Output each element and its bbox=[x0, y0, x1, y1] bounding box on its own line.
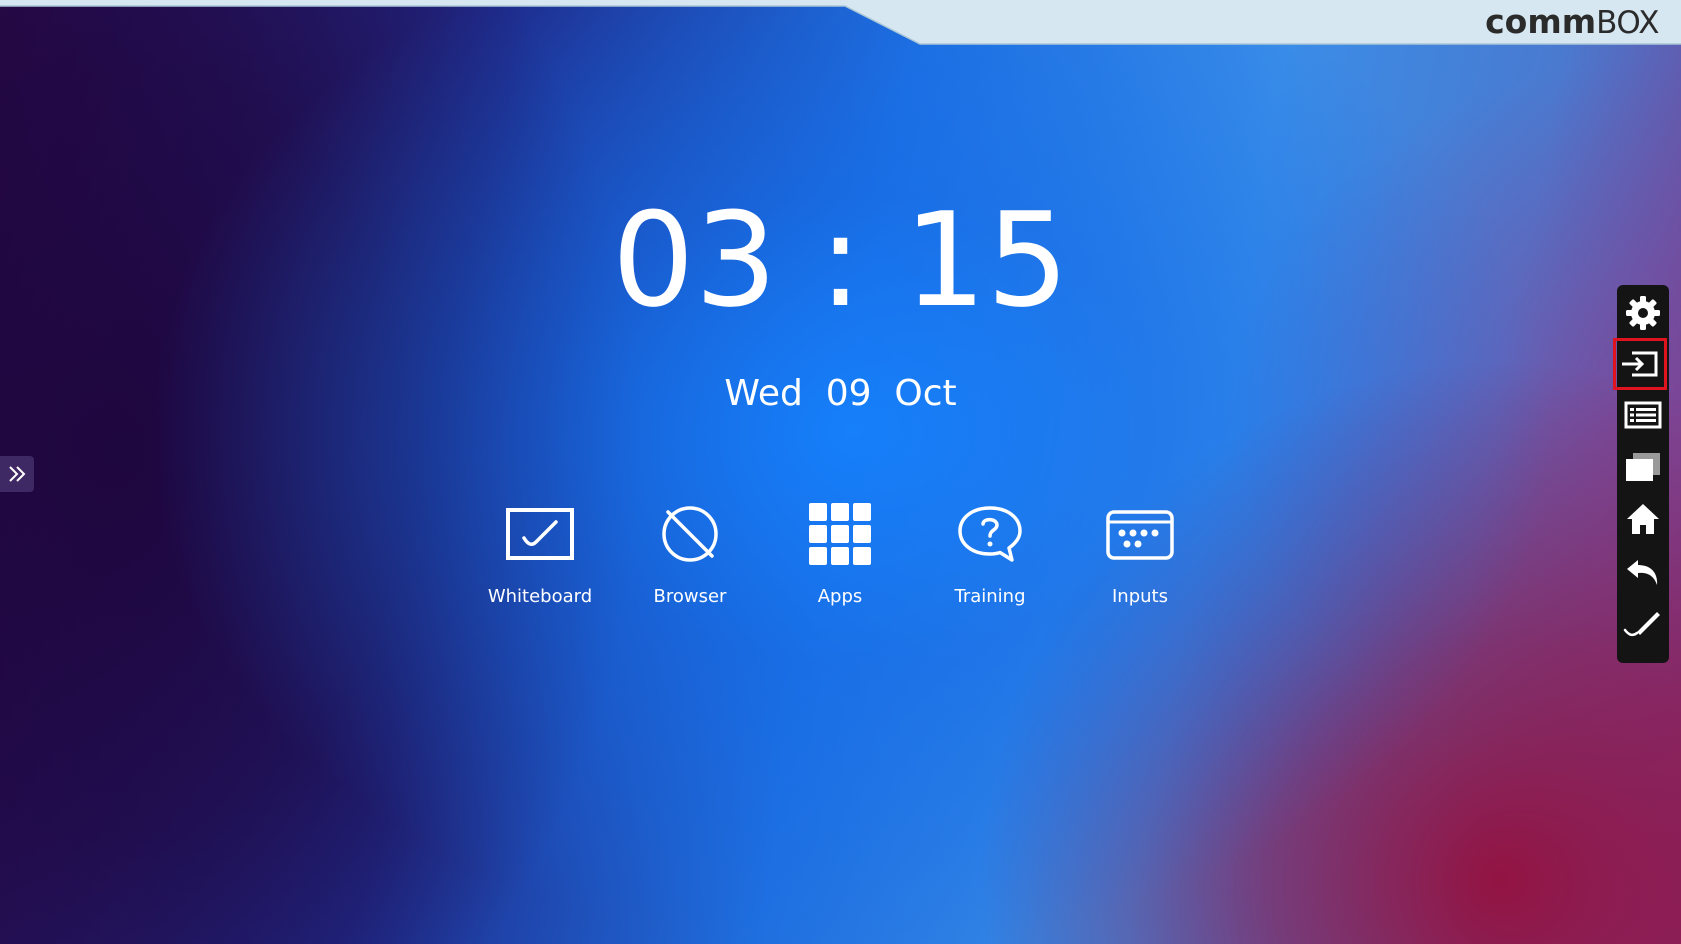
launcher-whiteboard-label: Whiteboard bbox=[487, 586, 593, 607]
double-chevron-right-icon bbox=[9, 466, 26, 482]
app-launcher: Whiteboard Browser Apps Training Inputs bbox=[480, 500, 1200, 620]
top-header-strip: commBOX bbox=[0, 0, 1681, 46]
sidebar-expand-button[interactable] bbox=[0, 456, 34, 492]
back-arrow-icon bbox=[1627, 560, 1658, 585]
brand-logo: commBOX bbox=[1485, 2, 1659, 42]
home-icon bbox=[1627, 504, 1659, 534]
home-button[interactable] bbox=[1617, 493, 1669, 545]
pen-icon bbox=[1623, 612, 1660, 637]
floating-toolbar bbox=[1613, 285, 1669, 663]
launcher-apps[interactable]: Apps bbox=[780, 500, 900, 620]
launcher-training[interactable]: Training bbox=[930, 500, 1050, 620]
help-bubble-icon bbox=[950, 500, 1030, 568]
list-icon bbox=[1624, 401, 1662, 429]
menu-button[interactable] bbox=[1617, 389, 1669, 441]
windows-icon bbox=[1626, 453, 1660, 481]
apps-grid-icon bbox=[800, 500, 880, 568]
launcher-browser-label: Browser bbox=[653, 586, 727, 607]
launcher-apps-label: Apps bbox=[817, 586, 863, 607]
clock-date: Wed 09 Oct bbox=[724, 373, 957, 414]
inputs-icon bbox=[1100, 500, 1180, 568]
launcher-inputs-label: Inputs bbox=[1112, 586, 1168, 607]
launcher-whiteboard[interactable]: Whiteboard bbox=[480, 500, 600, 620]
launcher-inputs[interactable]: Inputs bbox=[1080, 500, 1200, 620]
brand-logo-light-text: BOX bbox=[1596, 5, 1659, 41]
annotate-button[interactable] bbox=[1617, 597, 1669, 649]
desktop-home-screen: commBOX 03 : 15 Wed 09 Oct Whiteboard Br… bbox=[0, 0, 1681, 944]
input-source-button[interactable] bbox=[1613, 338, 1667, 390]
settings-button[interactable] bbox=[1617, 287, 1669, 339]
launcher-browser[interactable]: Browser bbox=[630, 500, 750, 620]
clock-time: 03 : 15 bbox=[611, 184, 1070, 336]
whiteboard-icon bbox=[500, 500, 580, 568]
browser-icon bbox=[650, 500, 730, 568]
input-source-icon bbox=[1622, 351, 1658, 377]
back-button[interactable] bbox=[1617, 545, 1669, 597]
windows-button[interactable] bbox=[1617, 441, 1669, 493]
launcher-training-label: Training bbox=[954, 586, 1026, 607]
brand-logo-bold-text: comm bbox=[1485, 2, 1597, 41]
gear-icon bbox=[1626, 296, 1660, 330]
